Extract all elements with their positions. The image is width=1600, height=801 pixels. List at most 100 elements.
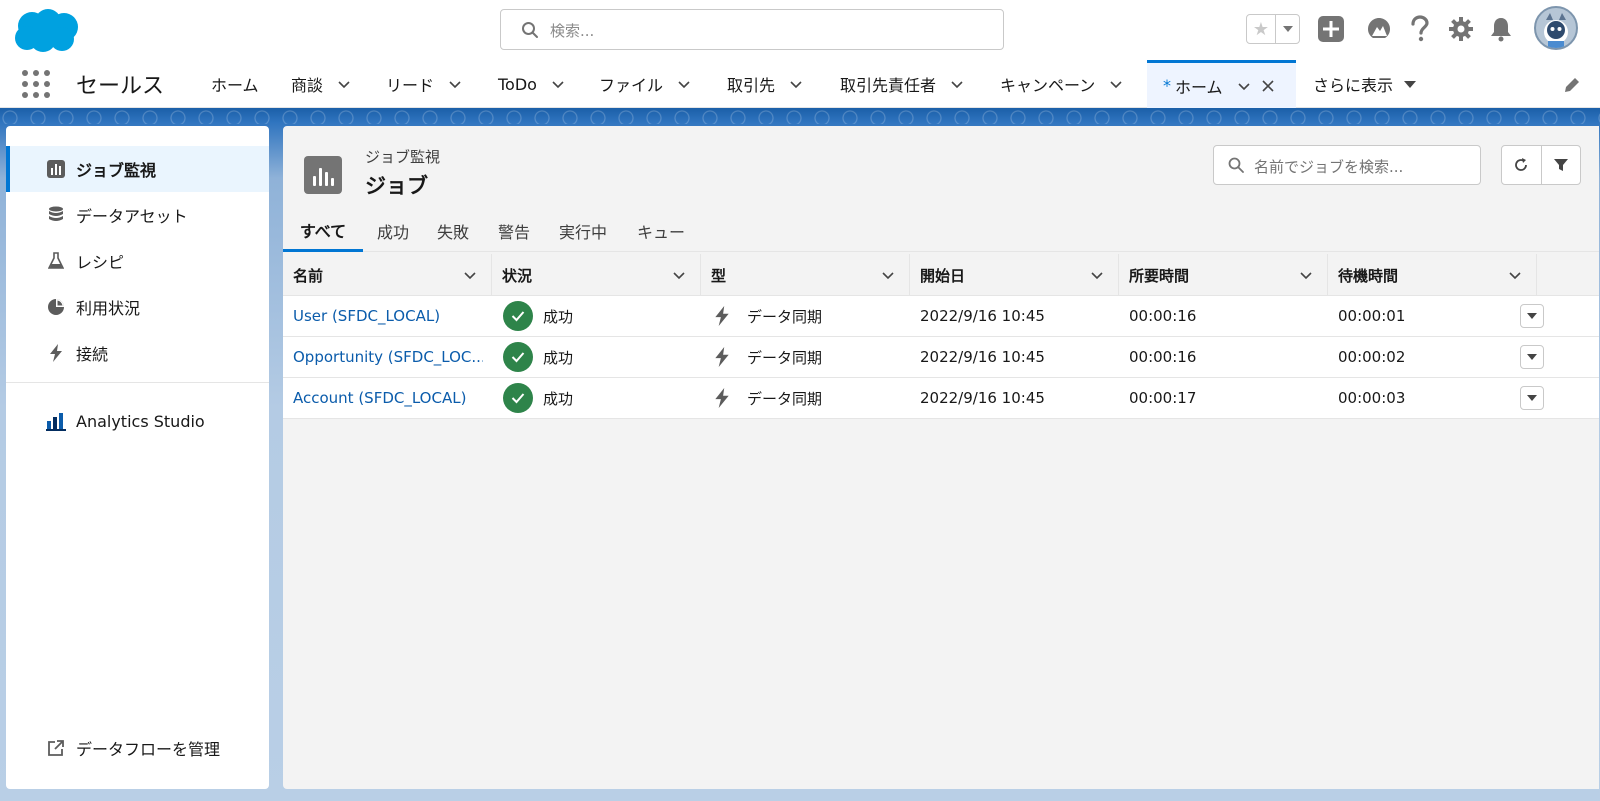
sidebar-item-data-assets[interactable]: データアセット xyxy=(6,192,269,238)
column-header-duration[interactable]: 所要時間 xyxy=(1119,254,1328,296)
filter-button[interactable] xyxy=(1540,146,1581,184)
analytics-bar-icon xyxy=(46,411,66,431)
bell-icon xyxy=(1491,18,1511,42)
start-date-cell: 2022/9/16 10:45 xyxy=(920,307,1045,325)
status-label: 成功 xyxy=(543,389,574,408)
nav-tab-label: ToDo xyxy=(498,74,537,94)
chevron-down-icon[interactable] xyxy=(1090,268,1104,282)
chevron-down-icon[interactable] xyxy=(881,268,895,282)
nav-tab-opportunities[interactable]: 商談 xyxy=(291,60,351,108)
column-header-status[interactable]: 状況 xyxy=(492,254,701,296)
nav-more-button[interactable]: さらに表示 xyxy=(1313,60,1417,108)
bolt-icon xyxy=(715,388,729,408)
chevron-down-icon[interactable] xyxy=(1508,268,1522,282)
plus-icon xyxy=(1318,16,1344,42)
column-header-label: 待機時間 xyxy=(1338,266,1399,285)
sidebar-item-analytics-studio[interactable]: Analytics Studio xyxy=(6,398,269,444)
chevron-down-icon[interactable] xyxy=(448,77,462,91)
column-header-wait-time[interactable]: 待機時間 xyxy=(1328,254,1537,296)
nav-tab-home[interactable]: ホーム xyxy=(211,60,259,108)
chevron-down-icon[interactable] xyxy=(551,77,565,91)
job-name-link[interactable]: User (SFDC_LOCAL) xyxy=(293,296,483,336)
global-header: 検索... ★ xyxy=(0,0,1600,60)
astro-avatar-icon xyxy=(1544,13,1568,48)
star-icon[interactable]: ★ xyxy=(1247,15,1275,43)
close-icon[interactable] xyxy=(1261,79,1275,93)
search-icon xyxy=(1228,157,1244,173)
nav-tab-label: ホーム xyxy=(211,76,259,95)
chevron-down-icon[interactable] xyxy=(1299,268,1313,282)
nav-tab-accounts[interactable]: 取引先 xyxy=(727,60,803,108)
row-actions-button[interactable] xyxy=(1520,386,1544,410)
chevron-down-icon[interactable] xyxy=(672,268,686,282)
sidebar-item-recipes[interactable]: レシピ xyxy=(6,238,269,284)
nav-tab-active-home[interactable]: * ホーム xyxy=(1147,60,1296,108)
caret-down-icon xyxy=(1527,354,1537,360)
global-search-input[interactable]: 検索... xyxy=(500,9,1004,50)
nav-tab-leads[interactable]: リード xyxy=(386,60,462,108)
favorites-button[interactable]: ★ xyxy=(1246,14,1300,44)
job-name-link[interactable]: Opportunity (SFDC_LOC... xyxy=(293,337,483,377)
nav-tab-contacts[interactable]: 取引先責任者 xyxy=(840,60,964,108)
nav-more-label: さらに表示 xyxy=(1313,76,1394,95)
chevron-down-icon[interactable] xyxy=(677,77,691,91)
nav-tab-todo[interactable]: ToDo xyxy=(498,60,565,108)
success-check-icon xyxy=(503,342,533,372)
nav-tab-label: キャンペーン xyxy=(1000,76,1096,95)
column-header-name[interactable]: 名前 xyxy=(283,254,492,296)
trailhead-button[interactable] xyxy=(1364,14,1394,44)
database-icon xyxy=(46,205,66,225)
chart-icon xyxy=(46,159,66,179)
job-search-input[interactable]: 名前でジョブを検索... xyxy=(1213,145,1481,185)
tab-queue[interactable]: キュー xyxy=(621,210,701,252)
chevron-down-icon[interactable] xyxy=(1109,77,1123,91)
column-header-label: 状況 xyxy=(502,266,533,285)
wait-time-cell: 00:00:02 xyxy=(1338,348,1406,366)
type-cell: データ同期 xyxy=(713,378,903,418)
search-icon xyxy=(522,22,538,38)
app-launcher-button[interactable] xyxy=(20,68,50,98)
tab-warning[interactable]: 警告 xyxy=(483,210,545,252)
sidebar-item-job-monitor[interactable]: ジョブ監視 xyxy=(6,146,269,192)
tab-failed[interactable]: 失敗 xyxy=(423,210,483,252)
status-filter-tabs: すべて 成功 失敗 警告 実行中 キュー xyxy=(283,210,1599,252)
nav-tab-label: 商談 xyxy=(291,76,324,95)
user-avatar[interactable] xyxy=(1534,6,1578,50)
nav-tab-files[interactable]: ファイル xyxy=(599,60,691,108)
favorites-dropdown[interactable] xyxy=(1275,15,1300,43)
refresh-button[interactable] xyxy=(1502,146,1541,184)
caret-down-icon xyxy=(1527,395,1537,401)
column-header-type[interactable]: 型 xyxy=(701,254,910,296)
salesforce-logo[interactable] xyxy=(10,6,84,56)
unsaved-marker: * xyxy=(1163,76,1171,95)
column-header-start-date[interactable]: 開始日 xyxy=(910,254,1119,296)
bolt-icon xyxy=(715,347,729,367)
flask-icon xyxy=(46,251,66,271)
tab-all[interactable]: すべて xyxy=(283,210,363,252)
start-date-cell: 2022/9/16 10:45 xyxy=(920,348,1045,366)
nav-tab-campaigns[interactable]: キャンペーン xyxy=(1000,60,1123,108)
page-title: ジョブ xyxy=(365,174,428,198)
tab-running[interactable]: 実行中 xyxy=(545,210,621,252)
chevron-down-icon[interactable] xyxy=(463,268,477,282)
column-header-label: 型 xyxy=(711,266,727,285)
refresh-icon xyxy=(1515,158,1528,171)
edit-nav-pencil-icon[interactable] xyxy=(1562,75,1582,95)
chevron-down-icon[interactable] xyxy=(1237,79,1251,93)
chevron-down-icon[interactable] xyxy=(337,77,351,91)
global-actions-button[interactable] xyxy=(1316,14,1346,44)
manage-dataflows-link[interactable]: データフローを管理 xyxy=(6,725,269,771)
job-name-link[interactable]: Account (SFDC_LOCAL) xyxy=(293,378,483,418)
sidebar-item-connections[interactable]: 接続 xyxy=(6,330,269,376)
notifications-button[interactable] xyxy=(1486,14,1516,44)
setup-button[interactable] xyxy=(1446,14,1476,44)
sidebar-item-usage[interactable]: 利用状況 xyxy=(6,284,269,330)
sidebar-item-label: Analytics Studio xyxy=(76,411,205,431)
chevron-down-icon[interactable] xyxy=(950,77,964,91)
chevron-down-icon[interactable] xyxy=(789,77,803,91)
row-actions-button[interactable] xyxy=(1520,304,1544,328)
help-button[interactable] xyxy=(1405,14,1435,44)
row-actions-button[interactable] xyxy=(1520,345,1544,369)
tab-success[interactable]: 成功 xyxy=(363,210,423,252)
table-header-row: 名前 状況 型 開始日 所要時間 待機時間 xyxy=(283,254,1599,296)
